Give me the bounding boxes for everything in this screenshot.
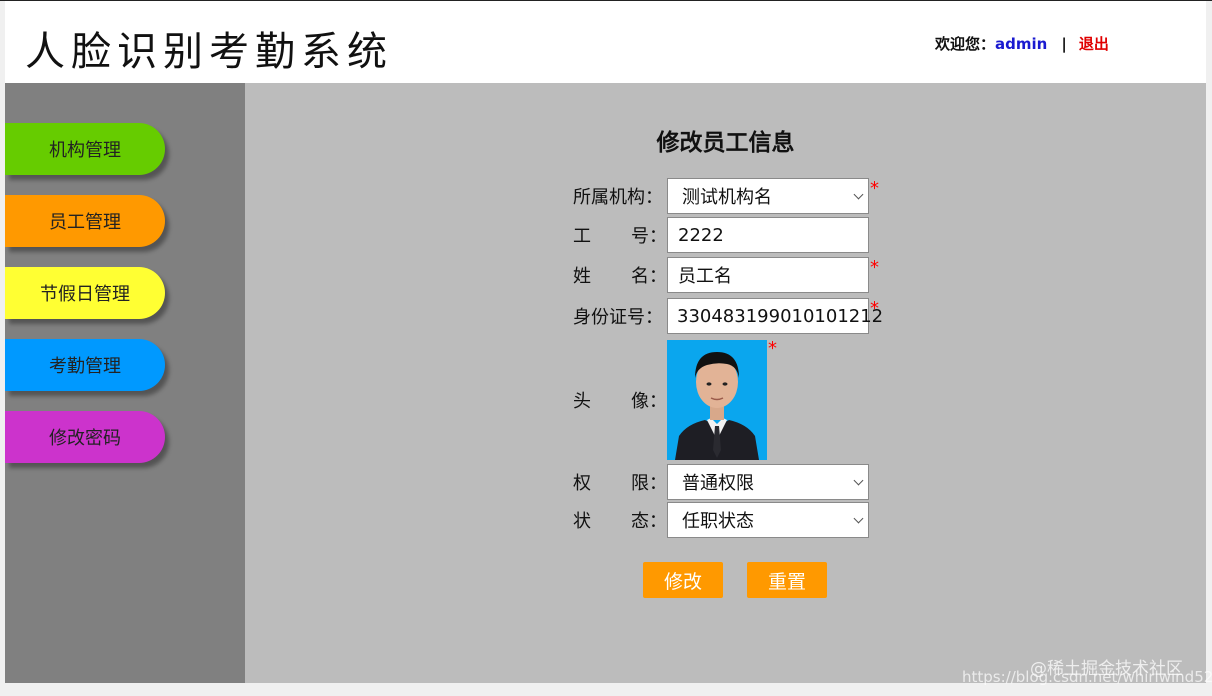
sidebar-item-employee-management[interactable]: 员工管理 [5,195,165,247]
separator: | [1061,35,1067,53]
name-row: 姓 名： 员工名 * [573,257,879,293]
main-content: 修改员工信息 所属机构： 测试机构名 * 工号： 2222 姓名： 员工名 * … [245,83,1206,683]
status-select[interactable]: 任职状态 [667,502,869,538]
status-label-b: 态： [631,511,667,532]
welcome-label: 欢迎您： [935,35,996,53]
permission-select[interactable]: 普通权限 [667,464,869,500]
idcard-input-value: 330483199010101212 [677,305,884,327]
app-title: 人脸识别考勤系统 [25,29,393,75]
sidebar-item-org-management[interactable]: 机构管理 [5,123,165,175]
idcard-label-text: 身份证号： [573,307,663,328]
name-input-value: 员工名 [678,266,732,287]
username: admin [995,35,1048,53]
logout-link[interactable]: 退出 [1079,35,1109,53]
reset-button[interactable]: 重置 [747,562,827,598]
perm-label-a: 权 [573,473,591,494]
chevron-down-icon [853,189,864,200]
required-mark: * [870,297,879,319]
user-bar: 欢迎您：admin | 退出 [935,33,1109,54]
watermark-line2: https://blog.csdn.net/whirlwind526 [962,668,1212,686]
perm-label: 权 限： [573,469,667,495]
sidebar-item-label: 修改密码 [49,428,121,449]
sidebar: 机构管理 员工管理 节假日管理 考勤管理 修改密码 [5,83,245,683]
empno-row: 工 号： 2222 [573,217,869,253]
sidebar-item-label: 员工管理 [49,212,121,233]
org-row: 所属机构： 测试机构名 * [573,178,879,214]
perm-row: 权 限： 普通权限 [573,464,869,500]
status-row: 状 态： 任职状态 [573,502,869,538]
status-label: 状 态： [573,507,667,533]
perm-label-b: 限： [631,473,667,494]
required-mark: * [870,177,879,199]
sidebar-item-label: 机构管理 [49,140,121,161]
org-select-value: 测试机构名 [682,187,772,208]
avatar-label-a: 头 [573,391,591,412]
chevron-down-icon [853,513,864,524]
org-label-text: 所属机构： [573,187,663,208]
sidebar-item-attendance-management[interactable]: 考勤管理 [5,339,165,391]
chevron-down-icon [853,475,864,486]
empno-label: 工 号： [573,222,667,248]
empno-input[interactable]: 2222 [667,217,869,253]
org-label: 所属机构： [573,183,667,209]
sidebar-item-label: 考勤管理 [49,356,121,377]
sidebar-item-holiday-management[interactable]: 节假日管理 [5,267,165,319]
avatar-label: 头 像： [573,387,667,413]
name-label-b: 名： [631,266,667,287]
required-mark: * [768,337,777,359]
form-title: 修改员工信息 [656,130,795,156]
required-mark: * [870,256,879,278]
avatar-label-b: 像： [631,391,667,412]
status-label-a: 状 [573,511,591,532]
avatar-photo[interactable] [667,340,767,460]
name-input[interactable]: 员工名 [667,257,869,293]
person-photo-icon [667,340,767,460]
name-label: 姓 名： [573,262,667,288]
org-select[interactable]: 测试机构名 [667,178,869,214]
empno-label-a: 工 [573,226,591,247]
status-select-value: 任职状态 [682,511,754,532]
sidebar-item-label: 节假日管理 [40,284,130,305]
avatar-row: 头 像： * [573,337,777,460]
idcard-row: 身份证号： 330483199010101212 * [573,297,883,334]
submit-button[interactable]: 修改 [643,562,723,598]
name-label-a: 姓 [573,266,591,287]
idcard-label: 身份证号： [573,303,667,329]
header: 人脸识别考勤系统 欢迎您：admin | 退出 [5,1,1206,83]
empno-input-value: 2222 [678,224,724,246]
empno-label-b: 号： [631,226,667,247]
idcard-input[interactable]: 330483199010101212 [667,298,883,334]
permission-select-value: 普通权限 [682,473,754,494]
sidebar-item-change-password[interactable]: 修改密码 [5,411,165,463]
